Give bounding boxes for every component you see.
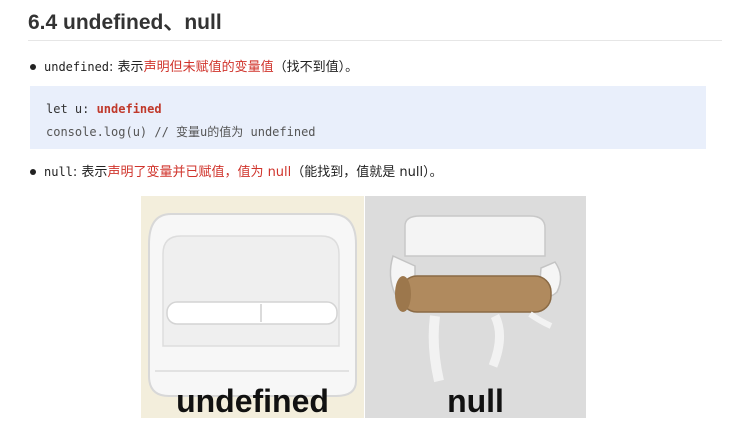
null-desc-1: 表示 [77,165,108,180]
null-keyword: null [44,165,73,179]
code-type: undefined [96,102,162,116]
null-desc-highlight: 声明了变量并已赋值，值为 null [107,165,292,180]
code-block: let u: undefined console.log(u) // 变量u的值… [30,86,706,149]
undefined-photo: undefined [141,196,364,419]
code-let: let u: [46,102,97,116]
undefined-keyword: undefined [44,60,110,74]
code-line-1: let u: undefined [46,98,690,121]
null-desc-2: （能找到，值就是 null）。 [291,165,443,180]
page-title: 6.4 undefined、null [28,11,222,34]
undefined-desc-highlight: 声明但未赋值的变量值 [143,60,274,75]
undefined-desc-1: 表示 [113,60,144,75]
bullet-dot [30,63,36,70]
undefined-desc-2: （找不到值）。 [273,60,359,75]
null-bullet: null: 表示声明了变量并已赋值，值为 null（能找到，值就是 null）。 [30,163,443,182]
code-line-2: console.log(u) // 变量u的值为 undefined [46,125,316,139]
null-caption: null [447,383,504,418]
null-photo: null [365,196,586,418]
bullet-dot [30,168,36,175]
undefined-caption: undefined [176,383,329,419]
title-divider [28,40,722,41]
undefined-bullet: undefined: 表示声明但未赋值的变量值（找不到值）。 [30,58,358,77]
